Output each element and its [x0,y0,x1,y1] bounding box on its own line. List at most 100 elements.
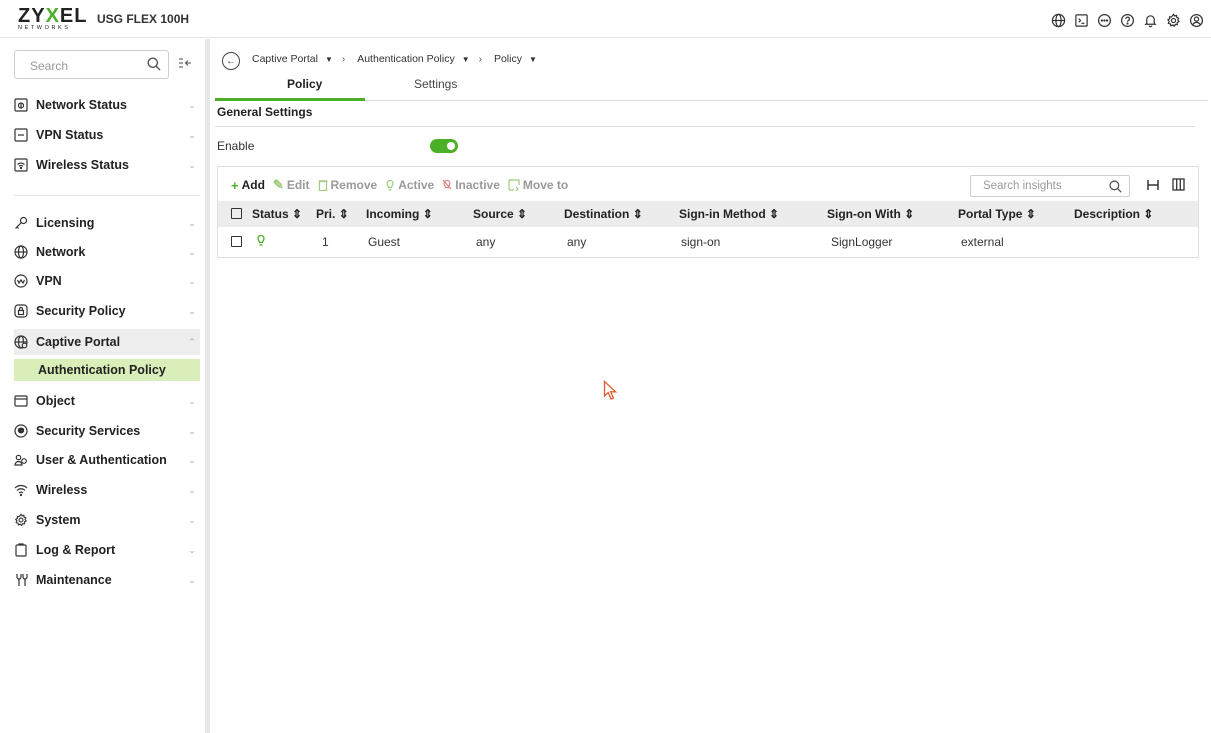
select-all-checkbox[interactable] [231,208,242,219]
active-button[interactable]: Active [385,178,434,192]
remove-button[interactable]: Remove [318,178,377,192]
users-icon [14,453,36,467]
sidebar-item-vpn[interactable]: VPN ⌄ [14,268,200,294]
caret-down-icon[interactable]: ▼ [462,55,470,64]
back-button[interactable]: ← [222,52,240,70]
wrench-icon [14,573,36,587]
chevron-down-icon: ⌄ [188,217,196,228]
search-icon[interactable] [1108,179,1123,194]
sidebar-search-input[interactable]: Search [14,50,169,79]
cell-sign-on-with: SignLogger [831,235,893,249]
sort-icon: ⇕ [422,207,433,221]
chevron-down-icon: ⌄ [188,246,196,257]
vpn-icon [14,274,36,288]
globe-icon[interactable] [1049,11,1067,29]
table-row[interactable]: 1 Guest any any sign-on SignLogger exter… [218,227,1198,257]
sort-icon: ⇕ [292,207,303,221]
breadcrumb-item-authentication-policy[interactable]: Authentication Policy [357,53,454,65]
move-to-button[interactable]: Move to [508,178,568,192]
terminal-icon[interactable] [1072,11,1090,29]
sidebar-item-vpn-status[interactable]: VPN Status ⌄ [14,122,200,148]
chat-icon[interactable] [1095,11,1113,29]
captive-portal-icon [14,335,36,349]
arrow-left-icon: ← [226,55,236,67]
active-tab-indicator [215,98,365,101]
sidebar-item-system[interactable]: System ⌄ [14,507,200,533]
column-header-priority[interactable]: Pri. ⇕ [316,207,349,221]
column-header-destination[interactable]: Destination ⇕ [564,207,643,221]
sidebar-item-licensing[interactable]: Licensing ⌄ [14,210,200,236]
sidebar-item-security-services[interactable]: Security Services ⌄ [14,418,200,444]
top-bar: ZYXEL NETWORKS USG FLEX 100H [0,0,1211,38]
chevron-down-icon: ⌄ [188,544,196,555]
vpn-status-icon [14,128,36,142]
chevron-down-icon: ⌄ [188,275,196,286]
sidebar-item-object[interactable]: Object ⌄ [14,388,200,414]
sidebar-item-log-report[interactable]: Log & Report ⌄ [14,537,200,563]
status-active-icon [256,234,266,247]
column-header-source[interactable]: Source ⇕ [473,207,527,221]
chevron-down-icon: ⌄ [188,99,196,110]
search-insights-input[interactable]: Search insights [970,175,1130,197]
column-header-status[interactable]: Status ⇕ [252,207,302,221]
sort-icon: ⇕ [1143,207,1154,221]
breadcrumb: Captive Portal ▼ › Authentication Policy… [252,53,546,65]
object-icon [14,394,36,408]
sidebar-item-authentication-policy[interactable]: Authentication Policy [14,359,200,381]
sidebar-item-wireless[interactable]: Wireless ⌄ [14,477,200,503]
columns-icon[interactable] [1172,178,1185,191]
sidebar-item-user-authentication[interactable]: User & Authentication ⌄ [14,447,200,473]
caret-down-icon[interactable]: ▼ [325,55,333,64]
wifi-icon [14,483,36,497]
shield-icon [14,424,36,438]
zyxel-logo[interactable]: ZYXEL NETWORKS [18,6,87,32]
add-button[interactable]: + Add [231,178,265,193]
column-header-sign-in-method[interactable]: Sign-in Method ⇕ [679,207,779,221]
sidebar-item-network[interactable]: Network ⌄ [14,239,200,265]
bulb-off-icon [442,179,452,191]
gear-icon [14,513,36,527]
search-placeholder: Search [30,59,69,73]
column-header-portal-type[interactable]: Portal Type ⇕ [958,207,1036,221]
bell-icon[interactable] [1141,11,1159,29]
sidebar-item-security-policy[interactable]: Security Policy ⌄ [14,298,200,324]
caret-down-icon[interactable]: ▼ [529,55,537,64]
settings-icon[interactable] [1164,11,1182,29]
edit-button[interactable]: ✎ Edit [273,177,310,193]
tab-settings[interactable]: Settings [414,77,457,91]
column-header-sign-on-with[interactable]: Sign-on With ⇕ [827,207,914,221]
sidebar-item-captive-portal[interactable]: Captive Portal ⌃ [14,329,200,355]
collapse-sidebar-icon[interactable] [178,57,192,69]
account-icon[interactable] [1187,11,1205,29]
search-insights-placeholder: Search insights [983,180,1062,192]
plus-icon: + [231,177,239,193]
key-icon [14,216,36,230]
inactive-button[interactable]: Inactive [442,178,500,192]
chevron-down-icon: ⌄ [188,514,196,525]
sort-icon: ⇕ [1025,207,1036,221]
sidebar-item-network-status[interactable]: Network Status ⌄ [14,92,200,118]
enable-toggle[interactable] [430,139,458,153]
column-header-incoming[interactable]: Incoming ⇕ [366,207,433,221]
trash-icon [318,179,328,191]
cell-source: any [476,235,496,249]
column-header-description[interactable]: Description ⇕ [1074,207,1153,221]
column-width-icon[interactable] [1146,178,1160,192]
policy-table-panel: + Add ✎ Edit Remove Active Inactive Move t… [217,166,1199,258]
chevron-down-icon: ⌄ [188,484,196,495]
sidebar-divider [14,195,200,196]
breadcrumb-separator-icon: › [341,53,346,65]
globe-icon [14,245,36,259]
breadcrumb-item-captive-portal[interactable]: Captive Portal [252,53,318,65]
top-icons [1049,11,1205,29]
chevron-up-icon: ⌃ [188,336,196,347]
row-checkbox[interactable] [231,236,242,247]
sidebar-item-maintenance[interactable]: Maintenance ⌄ [14,567,200,593]
sidebar-item-wireless-status[interactable]: Wireless Status ⌄ [14,152,200,178]
tab-policy[interactable]: Policy [287,77,322,91]
help-icon[interactable] [1118,11,1136,29]
search-icon[interactable] [146,56,162,72]
table-toolbar: + Add ✎ Edit Remove Active Inactive Move t… [231,177,576,193]
sort-icon: ⇕ [517,207,528,221]
breadcrumb-item-policy[interactable]: Policy [494,53,522,65]
